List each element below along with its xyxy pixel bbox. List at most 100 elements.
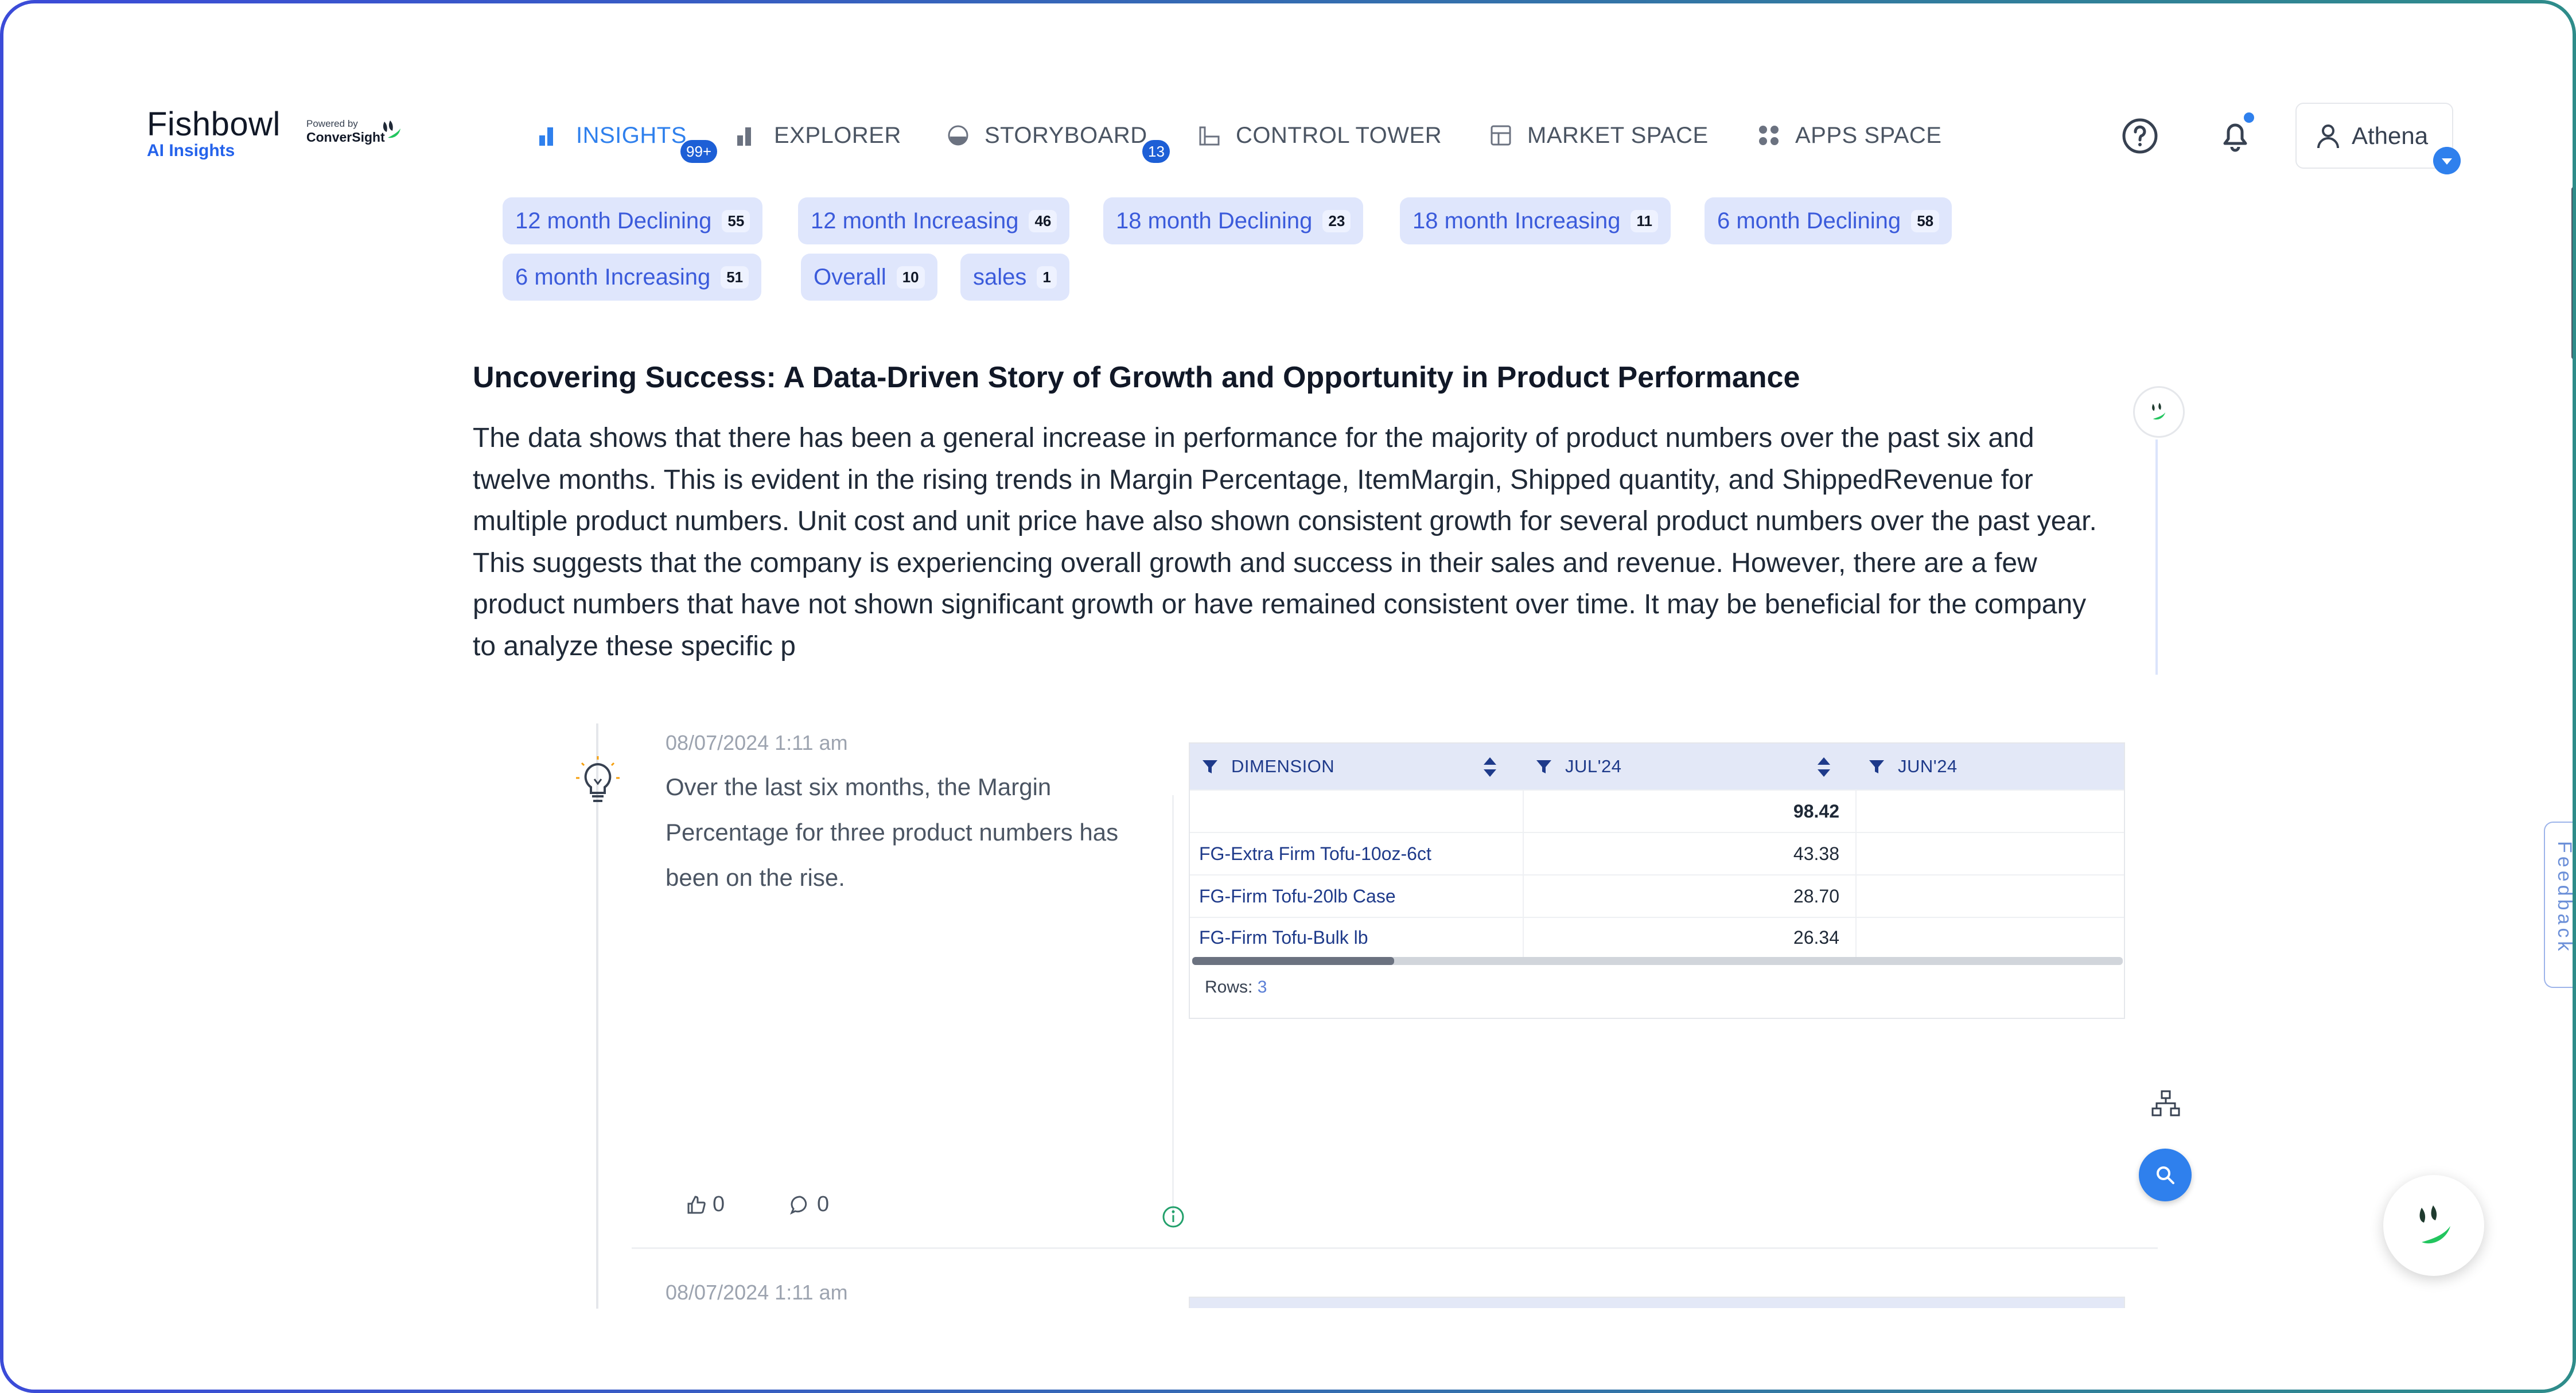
thumbs-up-icon <box>687 1195 706 1213</box>
tag-chip[interactable]: 18 month Declining 23 <box>1103 197 1364 244</box>
chip-label: 18 month Increasing <box>1412 208 1621 234</box>
table-cell <box>1199 791 1520 832</box>
bottom-clip <box>3 1309 2573 1390</box>
nav-label-insights: INSIGHTS <box>576 122 687 148</box>
chip-label: 18 month Declining <box>1116 208 1313 234</box>
nav-item-apps-space[interactable]: APPS SPACE <box>1756 118 1941 153</box>
table-cell-value: 28.70 <box>1793 885 1839 906</box>
nav-item-insights[interactable]: INSIGHTS <box>537 118 687 153</box>
assistant-button[interactable] <box>2383 1175 2484 1276</box>
card-divider <box>1172 795 1174 1220</box>
rows-label: Rows: <box>1205 978 1253 997</box>
sort-icon[interactable] <box>1482 756 1497 778</box>
search-icon <box>2157 1166 2174 1184</box>
table-cell-dimension: FG-Firm Tofu-20lb Case <box>1199 885 1396 906</box>
comment-count: 0 <box>817 1192 830 1216</box>
table-row[interactable]: FG-Extra Firm Tofu-10oz-6ct 43.38 <box>1190 832 2124 874</box>
app-window: Fishbowl AI Insights Powered by ConverSi… <box>3 3 2573 1390</box>
chip-label: 12 month Declining <box>515 208 712 234</box>
app-frame: Fishbowl AI Insights Powered by ConverSi… <box>0 0 2576 1393</box>
lightbulb-icon <box>576 756 620 802</box>
apps-grid-icon <box>1759 126 1779 145</box>
table-cell-dimension: FG-Extra Firm Tofu-10oz-6ct <box>1199 843 1431 864</box>
chip-count: 55 <box>722 209 750 232</box>
chip-label: Overall <box>814 264 886 290</box>
chip-label: sales <box>973 264 1027 290</box>
tag-chip[interactable]: 12 month Increasing 46 <box>798 197 1070 244</box>
chip-label: 6 month Declining <box>1717 208 1901 234</box>
column-header-dimension[interactable]: DIMENSION <box>1190 744 1523 789</box>
table-cell-value: 26.34 <box>1793 927 1839 948</box>
chip-label: 12 month Increasing <box>811 208 1019 234</box>
story-body: The data shows that there has been a gen… <box>473 423 2097 662</box>
filter-icon[interactable] <box>1868 758 1885 775</box>
rows-count: 3 <box>1257 978 1267 997</box>
chip-count: 46 <box>1029 209 1057 232</box>
insight-data-grid-peek <box>1189 1297 2125 1308</box>
bar-chart-icon <box>539 127 553 146</box>
story-timeline-line <box>2155 439 2158 675</box>
filter-icon[interactable] <box>1535 758 1552 775</box>
powered-by-label: Powered by <box>306 118 358 129</box>
table-cell-value <box>1857 918 2109 957</box>
nav-item-explorer[interactable]: EXPLORER <box>735 118 901 153</box>
table-cell-value: 43.38 <box>1793 843 1839 864</box>
tower-icon <box>1199 126 1220 146</box>
nav-item-storyboard[interactable]: STORYBOARD <box>945 118 1147 153</box>
chip-count: 58 <box>1911 209 1940 232</box>
chip-count: 51 <box>721 266 749 289</box>
chevron-down-icon[interactable] <box>2433 147 2461 174</box>
grid-header: DIMENSION JUL'24 JUN'24 <box>1190 744 2124 789</box>
table-total-row: 98.42 <box>1190 789 2124 832</box>
table-cell <box>1857 791 2109 832</box>
feedback-label[interactable]: Feedback <box>2553 841 2573 954</box>
insight-timeline-line <box>596 723 598 1309</box>
grid-horizontal-scrollbar[interactable] <box>1192 957 2123 965</box>
nav-item-control-tower[interactable]: CONTROL TOWER <box>1197 118 1442 153</box>
column-label: DIMENSION <box>1231 756 1335 776</box>
bar-chart-icon <box>737 127 751 146</box>
table-cell-value <box>1857 876 2109 917</box>
help-icon[interactable] <box>2120 116 2159 155</box>
insight-timestamp: 08/07/2024 1:11 am <box>666 731 848 754</box>
page-scrollbar[interactable] <box>2571 187 2573 359</box>
column-header-jul24[interactable]: JUL'24 <box>1524 744 1855 789</box>
comment-icon <box>790 1195 807 1215</box>
table-cell-value <box>1857 833 2109 874</box>
grid-scroll-thumb[interactable] <box>1192 957 1394 965</box>
search-button[interactable] <box>2139 1149 2192 1201</box>
tag-chip[interactable]: 12 month Declining 55 <box>503 197 763 244</box>
insight-timestamp: 08/07/2024 1:11 am <box>666 1281 848 1304</box>
brand-title: Fishbowl <box>147 106 281 143</box>
like-button[interactable]: 0 <box>686 1192 725 1217</box>
conversight-logo-icon <box>2419 1205 2450 1244</box>
table-cell-total: 98.42 <box>1793 800 1839 822</box>
nav-item-market-space[interactable]: MARKET SPACE <box>1488 118 1709 153</box>
tag-chip[interactable]: 6 month Increasing 51 <box>503 254 762 301</box>
tag-chip[interactable]: 6 month Declining 58 <box>1705 197 1952 244</box>
sort-icon[interactable] <box>1816 756 1831 778</box>
like-count: 0 <box>713 1192 725 1216</box>
column-divider <box>1855 789 1857 959</box>
tag-chip[interactable]: Overall 10 <box>801 254 937 301</box>
chip-count: 1 <box>1037 266 1057 289</box>
hierarchy-icon[interactable] <box>2150 1088 2181 1119</box>
table-row[interactable]: FG-Firm Tofu-Bulk lb 26.34 <box>1190 917 2124 957</box>
column-header-jun24[interactable]: JUN'24 <box>1857 744 2126 789</box>
insight-text: Over the last six months, the Margin Per… <box>666 773 1119 891</box>
tag-chip[interactable]: 18 month Increasing 11 <box>1400 197 1671 244</box>
chip-count: 23 <box>1322 209 1351 232</box>
comment-button[interactable]: 0 <box>789 1192 829 1217</box>
powered-by: Powered by ConverSight <box>306 118 400 145</box>
powered-by-name: ConverSight <box>306 130 385 145</box>
nav-label-apps-space: APPS SPACE <box>1795 122 1942 148</box>
nav-label-market-space: MARKET SPACE <box>1527 122 1709 148</box>
user-menu-button[interactable]: Athena <box>2295 103 2453 169</box>
filter-icon[interactable] <box>1201 758 1219 775</box>
tag-chip[interactable]: sales 1 <box>960 254 1069 301</box>
assistant-avatar-icon[interactable] <box>2133 386 2185 438</box>
info-icon[interactable] <box>1161 1205 1185 1229</box>
brand-logo[interactable]: Fishbowl AI Insights <box>147 108 281 161</box>
storyboard-count-badge: 13 <box>1142 140 1170 163</box>
table-row[interactable]: FG-Firm Tofu-20lb Case 28.70 <box>1190 874 2124 917</box>
